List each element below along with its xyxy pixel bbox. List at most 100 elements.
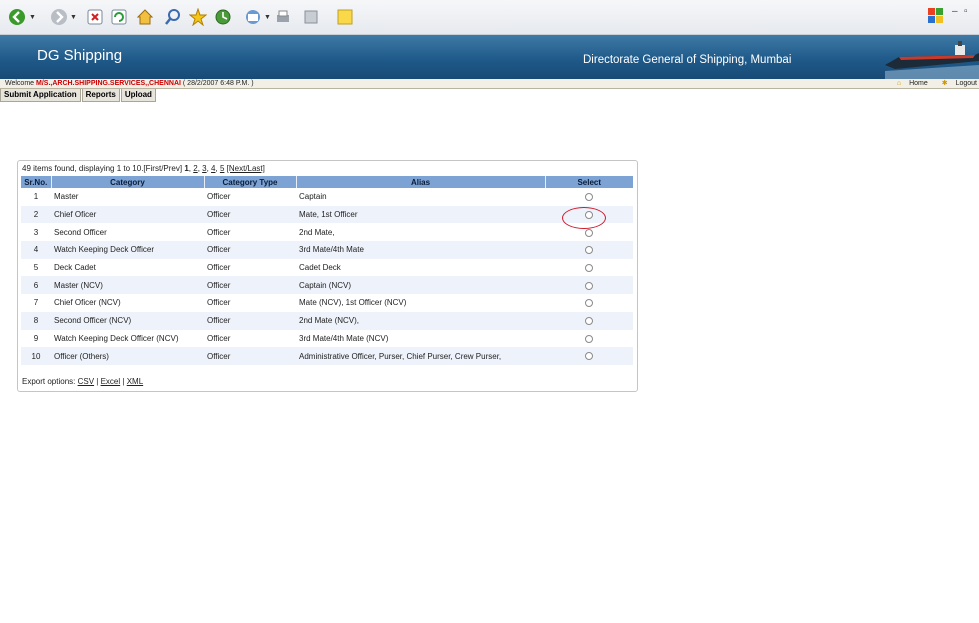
back-dropdown-icon[interactable]: ▼	[29, 14, 36, 21]
cell-alias: Mate, 1st Officer	[296, 205, 545, 224]
home-link-label: Home	[909, 80, 928, 87]
cell-category-type: Officer	[207, 333, 231, 343]
edit-icon[interactable]	[302, 8, 320, 26]
stop-icon[interactable]	[86, 8, 104, 26]
cell-select	[545, 276, 633, 295]
history-icon[interactable]	[214, 8, 232, 26]
mail-icon[interactable]	[244, 8, 262, 26]
cell-category: Watch Keeping Deck Officer	[51, 241, 204, 259]
cell-category: Master (NCV)	[51, 276, 204, 295]
windows-logo-icon	[928, 8, 944, 24]
restore-icon[interactable]: ▫	[964, 6, 968, 17]
col-header-category: Category	[51, 176, 205, 188]
cell-category: Second Officer	[54, 227, 107, 237]
search-icon[interactable]	[164, 8, 182, 26]
table-row: 10 Officer (Others) Officer Administrative …	[21, 347, 633, 365]
export-xml-link[interactable]: XML	[127, 377, 143, 386]
cell-select	[545, 241, 633, 259]
cell-category: Watch Keeping Deck Officer (NCV)	[54, 333, 179, 343]
cell-select	[545, 294, 633, 312]
cell-alias: Administrative Officer, Purser, Chief Pu…	[296, 347, 545, 365]
table-row: 5 Deck Cadet Officer Cadet Deck	[21, 259, 633, 277]
cell-category: Second Officer (NCV)	[51, 311, 204, 330]
category-table: Sr.No. Category Category Type Alias Sele…	[21, 176, 633, 365]
col-header-select: Select	[545, 176, 633, 188]
menu-submit-application[interactable]: Submit Application	[0, 89, 81, 102]
cell-category: Deck Cadet	[54, 263, 96, 273]
cell-category-type: Officer	[204, 311, 296, 330]
cell-srno: 1	[33, 192, 39, 202]
cell-category: Chief Oficer (NCV)	[54, 298, 121, 308]
print-icon[interactable]	[274, 8, 292, 26]
export-options: Export options: CSV | Excel | XML	[22, 377, 144, 386]
current-page: 1	[184, 164, 189, 173]
col-header-srno: Sr.No.	[21, 176, 52, 188]
table-row: 4 Watch Keeping Deck Officer Officer 3rd Ma…	[21, 241, 633, 259]
forward-dropdown-icon[interactable]: ▼	[70, 14, 77, 21]
select-radio[interactable]	[585, 281, 593, 290]
cell-srno: 8	[21, 311, 51, 330]
cell-category: Master	[54, 192, 79, 202]
cell-alias: 2nd Mate (NCV),	[296, 311, 545, 330]
logout-link[interactable]: ✱ Logout	[936, 80, 977, 87]
table-row: 8 Second Officer (NCV) Officer 2nd Mate (NC…	[21, 311, 633, 330]
col-header-category-type: Category Type	[204, 176, 297, 188]
page-link-2[interactable]: 2	[193, 164, 197, 173]
cell-srno: 4	[21, 241, 51, 259]
select-radio[interactable]	[585, 193, 593, 202]
cell-category-type: Officer	[204, 347, 296, 365]
col-header-alias: Alias	[296, 176, 546, 188]
menu-upload[interactable]: Upload	[120, 89, 156, 102]
export-label: Export options:	[22, 377, 76, 386]
highlight-circle-annotation	[562, 207, 606, 229]
table-row: 1 Master Officer Captain	[21, 188, 633, 206]
pagination: 49 items found, displaying 1 to 10.[Firs…	[22, 164, 265, 173]
next-last-link[interactable]: [Next/Last]	[227, 164, 265, 173]
welcome-bar: Welcome M/S.,ARCH.SHIPPING.SERVICES,,CHE…	[0, 79, 979, 89]
cell-category-type: Officer	[204, 205, 296, 224]
page-link-3[interactable]: 3	[202, 164, 206, 173]
cell-srno: 2	[21, 205, 51, 224]
select-radio[interactable]	[585, 334, 593, 343]
select-radio[interactable]	[585, 317, 593, 326]
result-summary: 49 items found, displaying 1 to 10.	[22, 164, 144, 173]
cell-srno: 6	[21, 276, 51, 295]
cell-category-type: Officer	[204, 241, 296, 259]
menu-reports[interactable]: Reports	[81, 89, 120, 102]
select-radio[interactable]	[585, 246, 593, 255]
forward-icon[interactable]	[50, 8, 68, 26]
note-icon[interactable]	[336, 8, 354, 26]
cell-srno: 5	[33, 263, 39, 273]
mail-dropdown-icon[interactable]: ▼	[264, 14, 271, 21]
cell-select	[545, 330, 633, 348]
cell-category-type: Officer	[207, 298, 231, 308]
cell-alias: Cadet Deck	[299, 263, 341, 273]
home-icon[interactable]	[136, 8, 154, 26]
back-icon[interactable]	[8, 8, 26, 26]
table-row: 7 Chief Oficer (NCV) Officer Mate (NCV), 1s…	[21, 294, 633, 312]
site-banner: DG Shipping Directorate General of Shipp…	[0, 35, 979, 79]
select-radio[interactable]	[585, 263, 593, 272]
home-link[interactable]: ⌂ Home	[891, 80, 928, 87]
site-title: DG Shipping	[37, 47, 123, 64]
refresh-icon[interactable]	[110, 8, 128, 26]
logout-link-icon: ✱	[941, 80, 948, 87]
export-excel-link[interactable]: Excel	[101, 377, 121, 386]
cell-alias: 3rd Mate/4th Mate (NCV)	[299, 333, 389, 343]
results-panel: 49 items found, displaying 1 to 10.[Firs…	[17, 160, 638, 392]
table-row: 2 Chief Oficer Officer Mate, 1st Officer	[21, 205, 633, 224]
cell-srno: 3	[33, 227, 39, 237]
company-name: M/S.,ARCH.SHIPPING.SERVICES,,CHENNAI	[36, 80, 181, 87]
page-link-5[interactable]: 5	[220, 164, 224, 173]
page-link-4[interactable]: 4	[211, 164, 215, 173]
home-link-icon: ⌂	[896, 80, 902, 87]
main-menu: Submit Application Reports Upload	[0, 89, 157, 102]
select-radio[interactable]	[585, 228, 593, 237]
select-radio[interactable]	[585, 299, 593, 308]
select-radio[interactable]	[585, 352, 593, 361]
export-csv-link[interactable]: CSV	[78, 377, 94, 386]
minimize-icon[interactable]: –	[952, 6, 958, 17]
table-row: 6 Master (NCV) Officer Captain (NCV)	[21, 276, 633, 295]
first-prev-link[interactable]: [First/Prev]	[143, 164, 182, 173]
favorites-star-icon[interactable]	[189, 8, 207, 26]
